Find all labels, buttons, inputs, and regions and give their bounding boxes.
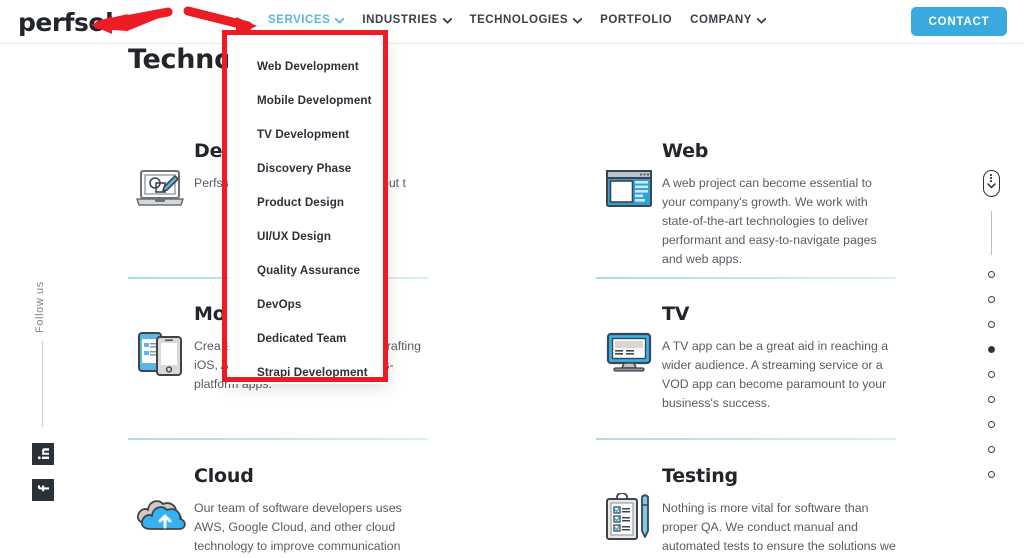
nav-label-services: SERVICES [268,14,331,26]
section-dot-8[interactable] [987,446,995,453]
site-logo[interactable]: perfsol [18,8,114,37]
nav-label-portfolio: PORTFOLIO [600,14,673,26]
section-dot-2[interactable] [987,296,995,303]
dropdown-item-ui-ux-design[interactable]: UI/UX Design [228,220,388,254]
dropdown-item-discovery-phase[interactable]: Discovery Phase [228,152,388,186]
facebook-icon[interactable] [32,479,54,501]
scroll-down-icon[interactable] [982,170,1000,197]
section-dot-4-active[interactable] [987,346,995,353]
card-body: Web A web project can become essential t… [662,140,896,269]
card-title-tv: TV [662,303,690,325]
chevron-down-icon [335,18,345,24]
nav-item-services[interactable]: SERVICES [268,14,345,26]
tv-monitor-icon [596,303,662,413]
nav-item-portfolio[interactable]: PORTFOLIO [600,14,672,26]
nav-item-company[interactable]: COMPANY [690,14,766,26]
section-divider [128,438,428,440]
section-dot-1[interactable] [987,271,995,278]
browser-window-icon [596,140,662,269]
social-rail: Follow us [25,275,63,515]
card-text-tv: A TV app can be a great aid in reaching … [662,339,889,410]
dropdown-item-web-development[interactable]: Web Development [228,50,388,84]
scroll-dots [990,174,992,182]
dropdown-item-product-design[interactable]: Product Design [228,186,388,220]
clipboard-checklist-icon [596,465,662,558]
service-card-cloud: Cloud Our team of software developers us… [128,465,428,558]
nav-item-technologies[interactable]: TECHNOLOGIES [470,14,583,26]
dropdown-item-dedicated-team[interactable]: Dedicated Team [228,322,388,356]
nav-item-industries[interactable]: INDUSTRIES [362,14,452,26]
nav-label-company: COMPANY [690,14,752,26]
dropdown-item-devops[interactable]: DevOps [228,288,388,322]
services-dropdown-menu[interactable]: Web Development Mobile Development TV De… [228,36,388,384]
card-text-testing: Nothing is more vital for software than … [662,501,896,553]
card-text-web: A web project can become essential to yo… [662,176,877,266]
section-dot-3[interactable] [987,321,995,328]
section-dot-5[interactable] [987,371,995,378]
section-divider [596,438,896,440]
card-body: TV A TV app can be a great aid in reachi… [662,303,896,413]
page-scroll-navigation [978,170,1004,496]
nav-label-industries: INDUSTRIES [362,14,438,26]
chevron-down-icon [573,18,583,24]
rail-divider [990,211,992,255]
service-card-web: Web A web project can become essential t… [596,140,896,269]
card-title-web: Web [662,140,709,162]
mobile-devices-icon [128,303,194,394]
follow-us-label: Follow us [34,281,46,333]
section-dot-6[interactable] [987,396,995,403]
section-divider [596,277,896,279]
card-title-cloud: Cloud [194,465,254,487]
rail-divider [42,341,43,427]
chevron-down-icon [986,183,996,189]
chevron-down-icon [756,18,766,24]
section-dot-7[interactable] [987,421,995,428]
card-body: Cloud Our team of software developers us… [194,465,428,558]
service-card-tv: TV A TV app can be a great aid in reachi… [596,303,896,413]
linkedin-icon[interactable] [32,443,54,465]
card-text-cloud: Our team of software developers uses AWS… [194,501,402,553]
main-navigation: SERVICES INDUSTRIES TECHNOLOGIES PORTFOL… [268,14,766,26]
cloud-upload-icon [128,465,194,558]
chevron-down-icon [442,18,452,24]
dropdown-item-strapi-development[interactable]: Strapi Development [228,356,388,390]
laptop-design-icon [128,140,194,212]
dropdown-item-quality-assurance[interactable]: Quality Assurance [228,254,388,288]
service-card-testing: Testing Nothing is more vital for softwa… [596,465,896,558]
nav-label-technologies: TECHNOLOGIES [469,14,569,26]
contact-button[interactable]: CONTACT [911,7,1007,36]
dropdown-item-mobile-development[interactable]: Mobile Development [228,84,388,118]
dropdown-item-tv-development[interactable]: TV Development [228,118,388,152]
card-body: Testing Nothing is more vital for softwa… [662,465,896,558]
section-dot-9[interactable] [987,471,995,478]
services-grid: De Perfs at are nice Ve belie an bring o… [0,0,1024,558]
site-header: perfsol SERVICES INDUSTRIES TECHNOLOGIES… [0,0,1024,44]
card-title-testing: Testing [662,465,738,487]
